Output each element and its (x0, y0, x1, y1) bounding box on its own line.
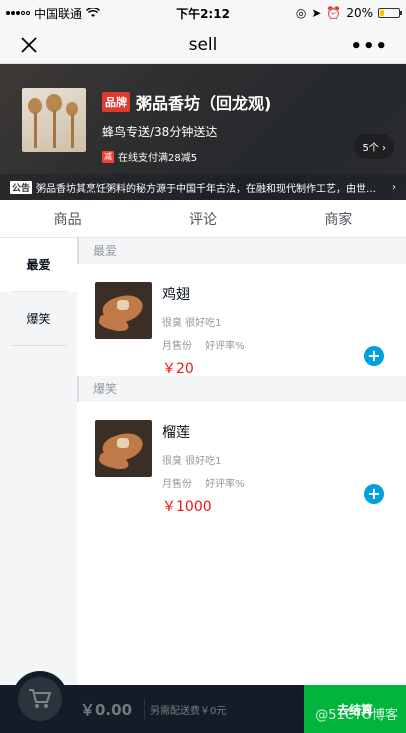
lock-rotation-icon: ◎ (295, 6, 307, 20)
food-info: 榴莲 很臭 很好吃1 月售份 好评率% ￥1000 (162, 420, 255, 515)
delivery-info: 蜂鸟专送/38分钟送达 (102, 125, 218, 139)
nav-bar: sell ••• (0, 26, 406, 64)
shop-name: 粥品香坊（回龙观) (136, 94, 272, 113)
brand-badge: 品牌 (102, 92, 130, 112)
nav-title: sell (188, 34, 218, 55)
food-sell-count: 月售份 (162, 341, 192, 352)
menu-sidebar: 最爱 爆笑 (0, 238, 77, 685)
wifi-icon (86, 8, 101, 17)
location-icon: ➤ (311, 6, 322, 20)
tab-bar: 商品 评论 商家 (0, 200, 406, 238)
food-name: 鸡翅 (162, 287, 190, 303)
signal-icon (6, 11, 30, 15)
bulletin-tag: 公告 (10, 180, 33, 194)
food-desc: 很臭 很好吃1 (162, 318, 222, 329)
cart-logo[interactable] (12, 671, 68, 727)
food-item[interactable]: 榴莲 很臭 很好吃1 月售份 好评率% ￥1000 + (77, 402, 406, 515)
alarm-icon: ⏰ (326, 6, 342, 20)
shop-info: 品牌 粥品香坊（回龙观) 蜂鸟专送/38分钟送达 减 在线支付满28减5 (102, 88, 271, 164)
food-item[interactable]: 鸡翅 很臭 很好吃1 月售份 好评率% ￥20 + (77, 264, 406, 377)
add-to-cart-button[interactable]: + (364, 484, 384, 504)
food-sell-count: 月售份 (162, 479, 192, 490)
battery-icon (378, 8, 402, 18)
tab-goods[interactable]: 商品 (0, 209, 135, 229)
food-extra: 月售份 好评率% (162, 337, 255, 352)
food-extra: 月售份 好评率% (162, 475, 255, 490)
support-count-button[interactable]: 5个 › (354, 134, 394, 159)
more-icon[interactable]: ••• (350, 36, 388, 57)
shop-avatar (22, 88, 86, 152)
goods-content: 最爱 爆笑 最爱 鸡翅 很臭 很好吃1 月售份 好评率% ￥20 + 爆笑 榴莲… (0, 238, 406, 685)
food-price: ￥1000 (162, 499, 212, 515)
chevron-right-icon: › (392, 181, 396, 193)
watermark: @51CTO博客 (315, 708, 398, 723)
battery-percent: 20% (346, 6, 373, 20)
carrier-label: 中国联通 (34, 6, 83, 21)
cart-delivery-fee: 另需配送费￥0元 (150, 706, 227, 717)
support-text: 在线支付满28减5 (118, 153, 198, 164)
food-price: ￥20 (162, 361, 194, 377)
section-title: 爆笑 (77, 376, 406, 402)
menu-item-label: 爆笑 (26, 312, 51, 326)
food-name: 榴莲 (162, 425, 190, 441)
menu-item-funny[interactable]: 爆笑 (0, 292, 77, 346)
menu-item-label: 最爱 (26, 258, 51, 272)
food-rating: 好评率% (205, 479, 245, 490)
tab-seller[interactable]: 商家 (271, 209, 406, 229)
cart-total-price: ￥0.00 (80, 699, 146, 720)
decrease-icon: 减 (102, 150, 114, 163)
food-rating: 好评率% (205, 341, 245, 352)
status-time: 下午2:12 (176, 6, 230, 21)
food-desc: 很臭 很好吃1 (162, 456, 222, 467)
section-title: 最爱 (77, 238, 406, 264)
shopping-cart-icon (29, 689, 52, 708)
bulletin-text: 粥品香坊其烹饪粥料的秘方源于中国千年古法，在融和现代制作工艺，由世… (36, 183, 377, 195)
menu-item-favorite[interactable]: 最爱 (0, 238, 77, 292)
food-image (95, 282, 152, 339)
close-icon[interactable] (18, 34, 40, 56)
tab-ratings[interactable]: 评论 (135, 209, 270, 229)
status-right: ◎ ➤ ⏰ 20% (295, 6, 402, 20)
shopcart-bar: ￥0.00 另需配送费￥0元 去结算 @51CTO博客 (0, 671, 406, 733)
food-image (95, 420, 152, 477)
seller-header: 品牌 粥品香坊（回龙观) 蜂鸟专送/38分钟送达 减 在线支付满28减5 5个 … (0, 64, 406, 200)
food-info: 鸡翅 很臭 很好吃1 月售份 好评率% ￥20 (162, 282, 255, 377)
bulletin-bar[interactable]: 公告 粥品香坊其烹饪粥料的秘方源于中国千年古法，在融和现代制作工艺，由世… › (0, 174, 406, 200)
status-left: 中国联通 (6, 5, 101, 22)
status-bar: 中国联通 下午2:12 ◎ ➤ ⏰ 20% (0, 0, 406, 26)
foods-list: 最爱 鸡翅 很臭 很好吃1 月售份 好评率% ￥20 + 爆笑 榴莲 很臭 很好… (77, 238, 406, 685)
add-to-cart-button[interactable]: + (364, 346, 384, 366)
support-row: 减 在线支付满28减5 (102, 149, 271, 164)
